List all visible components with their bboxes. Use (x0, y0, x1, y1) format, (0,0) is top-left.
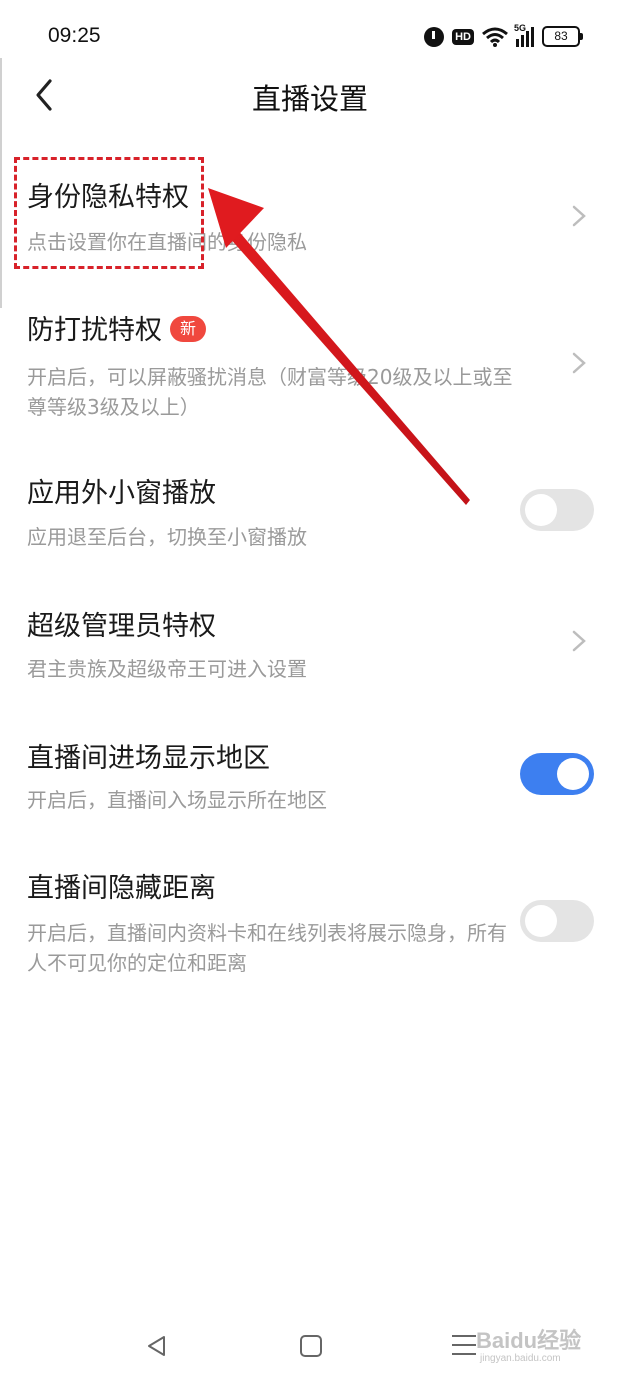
system-navigation-bar: Baidu经验 jingyan.baidu.com (0, 1305, 620, 1386)
menu-lines-icon[interactable] (452, 1335, 476, 1362)
home-button-icon[interactable] (300, 1335, 322, 1357)
watermark-logo: Baidu经验 (476, 1328, 582, 1353)
annotation-arrow (208, 188, 470, 505)
triangle-back-icon[interactable] (146, 1335, 168, 1357)
watermark-url: jingyan.baidu.com (480, 1353, 561, 1364)
